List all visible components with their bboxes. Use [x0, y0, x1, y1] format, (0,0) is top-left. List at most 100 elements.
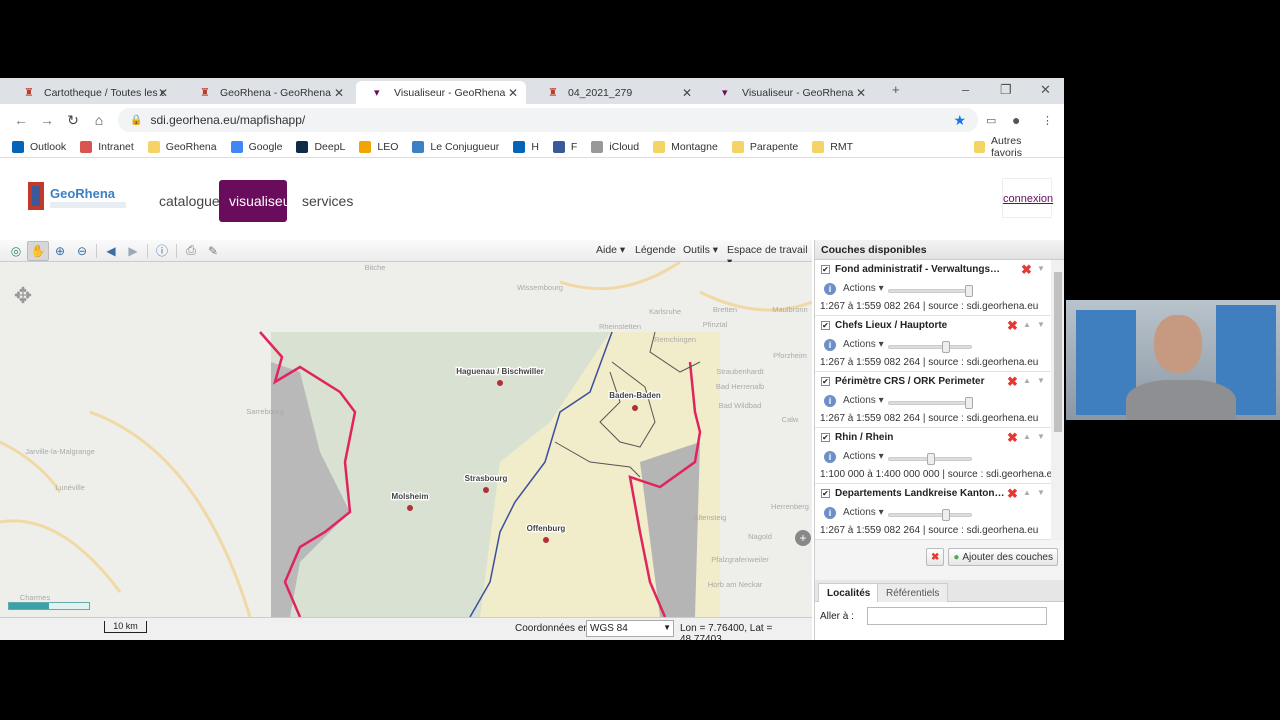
opacity-slider[interactable]: [888, 397, 973, 409]
layer-actions-menu[interactable]: Actions ▾: [843, 451, 884, 462]
close-tab-icon[interactable]: ✕: [682, 86, 692, 100]
slider-handle[interactable]: [942, 509, 950, 521]
next-view-icon[interactable]: ▶: [122, 241, 144, 261]
menu-legende[interactable]: Légende: [635, 244, 676, 256]
bookmark-item[interactable]: iCloud: [591, 140, 639, 153]
info-icon[interactable]: ⓘ: [151, 241, 173, 261]
info-icon[interactable]: i: [824, 283, 836, 295]
bookmark-item[interactable]: GeoRhena: [147, 140, 217, 153]
scrollbar-thumb[interactable]: [1054, 272, 1062, 432]
nav-services[interactable]: services: [292, 180, 363, 222]
layer-visibility-checkbox[interactable]: ✔: [821, 489, 830, 498]
slider-handle[interactable]: [942, 341, 950, 353]
remove-layer-icon[interactable]: ✖: [1007, 430, 1018, 446]
add-layers-button[interactable]: ● Ajouter des couches: [948, 548, 1058, 566]
slider-handle[interactable]: [927, 453, 935, 465]
goto-input[interactable]: [867, 607, 1047, 625]
restore-icon[interactable]: ❐: [1000, 82, 1012, 98]
previous-view-icon[interactable]: ◀: [100, 241, 122, 261]
other-bookmarks[interactable]: Autres favoris: [974, 135, 1050, 159]
slider-handle[interactable]: [965, 285, 973, 297]
print-icon[interactable]: ⎙: [180, 241, 202, 261]
bookmark-item[interactable]: Le Conjugueur: [412, 140, 499, 153]
remove-layer-icon[interactable]: ✖: [1007, 486, 1018, 502]
bookmark-item[interactable]: Parapente: [731, 140, 798, 153]
bookmark-item[interactable]: F: [552, 140, 577, 153]
tab-localites[interactable]: Localités: [818, 583, 880, 602]
cast-icon[interactable]: ▭: [986, 114, 996, 127]
opacity-slider[interactable]: [888, 509, 972, 521]
layer-visibility-checkbox[interactable]: ✔: [821, 265, 830, 274]
pan-hand-icon[interactable]: ✋: [27, 240, 49, 261]
tab-referentiels[interactable]: Référentiels: [877, 583, 949, 602]
bookmark-item[interactable]: DeepL: [296, 140, 345, 153]
move-up-icon[interactable]: ▲: [1023, 432, 1031, 441]
info-icon[interactable]: i: [824, 395, 836, 407]
move-down-icon[interactable]: ▼: [1037, 432, 1045, 441]
layer-actions-menu[interactable]: Actions ▾: [843, 395, 884, 406]
menu-aide[interactable]: Aide ▾: [596, 244, 625, 256]
layer-visibility-checkbox[interactable]: ✔: [821, 433, 830, 442]
menu-outils[interactable]: Outils ▾: [683, 244, 718, 256]
minimize-icon[interactable]: –: [962, 82, 969, 97]
slider-handle[interactable]: [965, 397, 973, 409]
layer-switcher-icon[interactable]: +: [795, 530, 811, 546]
move-up-icon[interactable]: ▲: [1023, 376, 1031, 385]
menu-icon[interactable]: ⋮: [1042, 114, 1053, 127]
zoom-out-icon[interactable]: ⊖: [71, 241, 93, 261]
forward-icon[interactable]: →: [34, 112, 60, 128]
close-tab-icon[interactable]: ✕: [508, 86, 518, 100]
bookmark-item[interactable]: LEO: [359, 140, 398, 153]
reload-icon[interactable]: ↻: [60, 112, 86, 129]
nav-catalogue[interactable]: catalogue: [149, 180, 230, 222]
close-tab-icon[interactable]: ✕: [158, 86, 168, 100]
bookmark-item[interactable]: Montagne: [653, 140, 718, 153]
layer-visibility-checkbox[interactable]: ✔: [821, 321, 830, 330]
move-down-icon[interactable]: ▼: [1037, 320, 1045, 329]
remove-all-layers-button[interactable]: ✖: [925, 548, 945, 566]
layer-actions-menu[interactable]: Actions ▾: [843, 283, 884, 294]
remove-layer-icon[interactable]: ✖: [1007, 318, 1018, 334]
info-icon[interactable]: i: [824, 507, 836, 519]
login-link[interactable]: connexion: [1002, 178, 1053, 218]
bookmark-star-icon[interactable]: ★: [953, 112, 966, 129]
browser-tab[interactable]: ▾ Visualiseur - GeoRhena ✕: [704, 81, 874, 104]
move-up-icon[interactable]: ▲: [1023, 320, 1031, 329]
bookmark-item[interactable]: H: [513, 140, 539, 153]
pan-control[interactable]: ✥: [8, 274, 38, 318]
opacity-slider[interactable]: [888, 341, 972, 353]
bookmark-item[interactable]: RMT: [812, 140, 853, 153]
layer-actions-menu[interactable]: Actions ▾: [843, 339, 884, 350]
bookmark-item[interactable]: Google: [230, 140, 282, 153]
zoom-extent-icon[interactable]: ◎: [5, 241, 27, 261]
move-down-icon[interactable]: ▼: [1037, 264, 1045, 273]
bookmark-item[interactable]: Outlook: [12, 140, 66, 153]
close-window-icon[interactable]: ✕: [1040, 82, 1051, 98]
nav-visualiseur[interactable]: visualiseur: [219, 180, 295, 222]
zoom-in-icon[interactable]: ⊕: [49, 241, 71, 261]
url-field[interactable]: 🔒 sdi.georhena.eu/mapfishapp/ ★: [118, 108, 978, 132]
projection-select[interactable]: WGS 84 ▼: [586, 620, 674, 637]
opacity-slider[interactable]: [888, 285, 973, 297]
browser-tab[interactable]: ♜ 04_2021_279 ✕: [530, 81, 700, 104]
layer-actions-menu[interactable]: Actions ▾: [843, 507, 884, 518]
info-icon[interactable]: i: [824, 451, 836, 463]
browser-tab[interactable]: ▾ Visualiseur - GeoRhena ✕: [356, 81, 526, 104]
move-down-icon[interactable]: ▼: [1037, 488, 1045, 497]
remove-layer-icon[interactable]: ✖: [1007, 374, 1018, 390]
info-icon[interactable]: i: [824, 339, 836, 351]
bookmark-item[interactable]: Intranet: [80, 140, 134, 153]
browser-tab[interactable]: ♜ GeoRhena - GeoRhena ✕: [182, 81, 352, 104]
georhena-logo[interactable]: GeoRhena: [26, 178, 130, 216]
remove-layer-icon[interactable]: ✖: [1021, 262, 1032, 278]
layer-list-scrollbar[interactable]: [1051, 260, 1064, 540]
opacity-slider[interactable]: [888, 453, 972, 465]
profile-icon[interactable]: ●: [1012, 112, 1020, 128]
map-canvas[interactable]: Haguenau / Bischwiller Baden-Baden Strasbo…: [0, 262, 812, 617]
browser-tab[interactable]: ♜ Cartotheque / Toutes les ca ✕: [6, 81, 176, 104]
close-tab-icon[interactable]: ✕: [334, 86, 344, 100]
move-up-icon[interactable]: ▲: [1023, 488, 1031, 497]
home-icon[interactable]: ⌂: [86, 112, 112, 128]
measure-icon[interactable]: ✎: [202, 241, 224, 261]
move-down-icon[interactable]: ▼: [1037, 376, 1045, 385]
